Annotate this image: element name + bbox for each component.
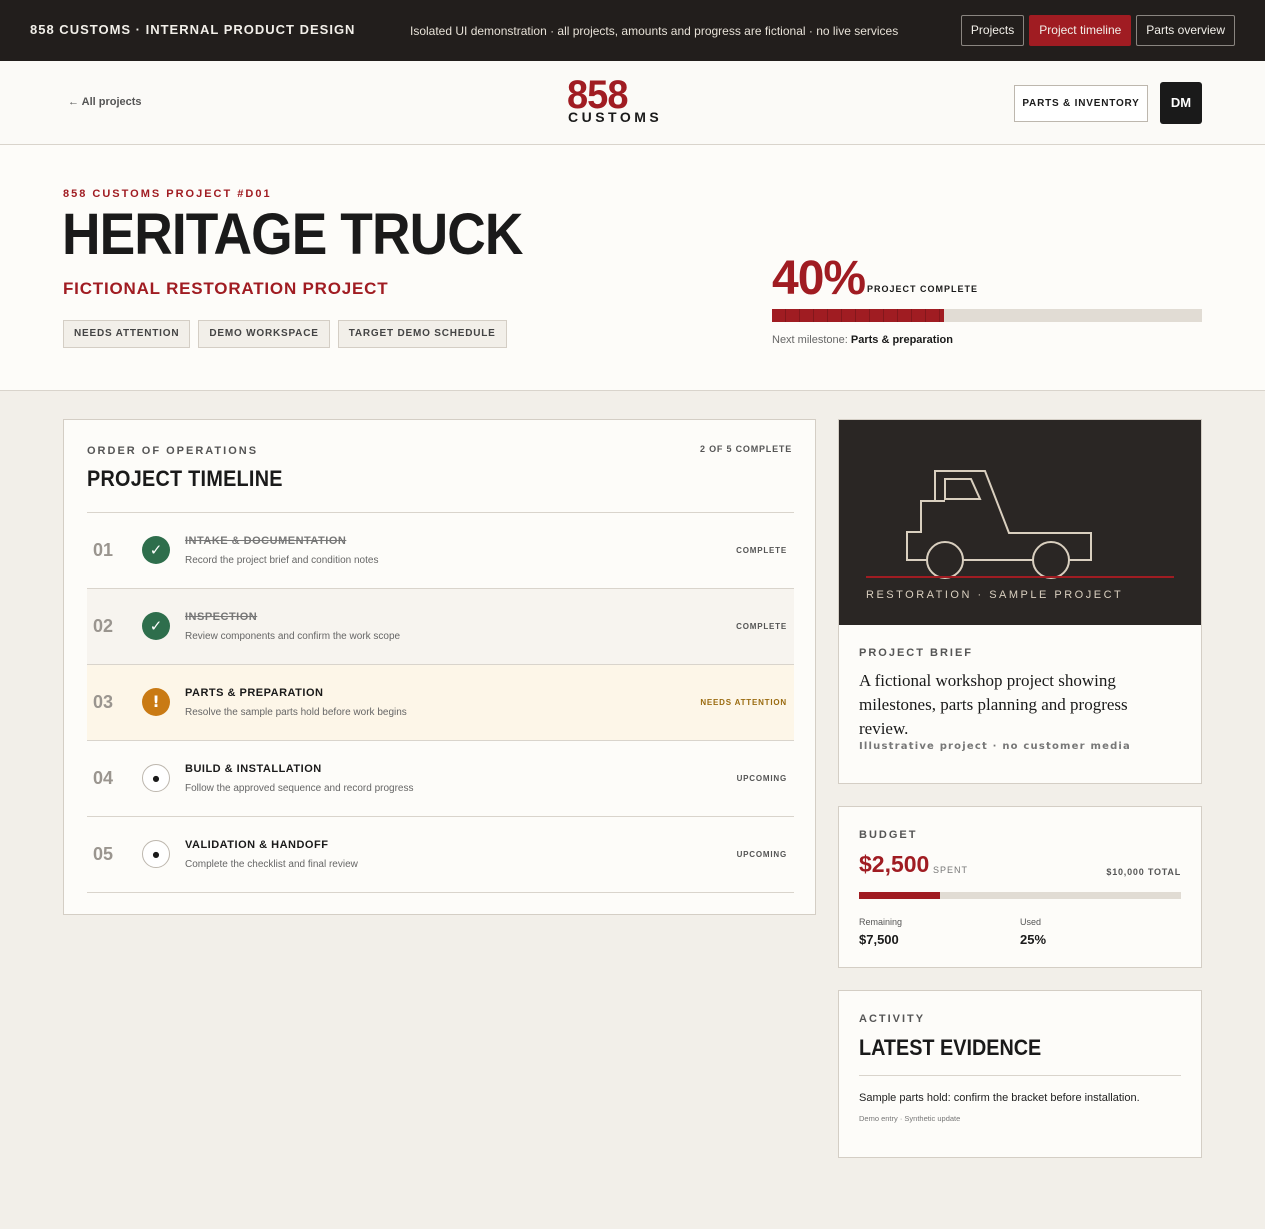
step-status: NEEDS ATTENTION: [700, 698, 787, 707]
next-milestone-value: Parts & preparation: [850, 334, 953, 346]
step-title: PARTS & PREPARATION: [185, 687, 324, 699]
step-description: Review components and confirm the work s…: [185, 631, 401, 642]
step-title: INSPECTION: [185, 611, 258, 623]
used-label: Used: [1020, 917, 1042, 927]
project-subtitle: FICTIONAL RESTORATION PROJECT: [63, 279, 389, 298]
budget-spent: $2,500: [859, 851, 930, 877]
project-id: 858 CUSTOMS PROJECT #D01: [63, 188, 272, 200]
warning-icon: !: [142, 688, 170, 716]
progress-percent: 40%: [772, 252, 866, 305]
project-brief-card: RESTORATION · SAMPLE PROJECT PROJECT BRI…: [838, 419, 1202, 784]
step-description: Record the project brief and condition n…: [185, 555, 379, 566]
project-hero: 858 CUSTOMS PROJECT #D01 HERITAGE TRUCK …: [0, 145, 1265, 391]
activity-meta: Demo entry · Synthetic update: [859, 1114, 961, 1123]
next-milestone: Next milestone: Parts & preparation: [772, 334, 953, 346]
step-number: 01: [93, 540, 114, 560]
remaining-value: $7,500: [859, 932, 899, 947]
activity-kicker: ACTIVITY: [859, 1013, 926, 1025]
budget-card: BUDGET $2,500 SPENT $10,000 TOTAL Remain…: [838, 806, 1202, 968]
back-to-projects-link[interactable]: ← All projects: [68, 96, 142, 108]
step-title: INTAKE & DOCUMENTATION: [185, 535, 347, 547]
timeline-step[interactable]: 05 ● VALIDATION & HANDOFF Complete the c…: [87, 817, 794, 893]
timeline-count: 2 OF 5 COMPLETE: [699, 444, 792, 454]
divider: [859, 1075, 1181, 1076]
logo-word: CUSTOMS: [568, 109, 663, 125]
truck-illustration: RESTORATION · SAMPLE PROJECT: [839, 420, 1201, 625]
timeline-step[interactable]: 01 ✓ INTAKE & DOCUMENTATION Record the p…: [87, 513, 794, 589]
check-icon: ✓: [142, 536, 170, 564]
budget-bar-fill: [859, 892, 940, 899]
step-number: 02: [93, 616, 114, 636]
progress-label: PROJECT COMPLETE: [867, 284, 979, 294]
timeline-step[interactable]: 04 ● BUILD & INSTALLATION Follow the app…: [87, 741, 794, 817]
page-title: HERITAGE TRUCK: [62, 202, 523, 267]
brief-text: A fictional workshop project showing mil…: [859, 671, 1128, 738]
project-tags: NEEDS ATTENTION DEMO WORKSPACE TARGET DE…: [63, 320, 507, 348]
progress-bar: [772, 309, 1202, 322]
step-title: VALIDATION & HANDOFF: [185, 839, 329, 851]
budget-spent-label: SPENT: [933, 865, 969, 875]
step-status: UPCOMING: [736, 850, 787, 859]
step-status: UPCOMING: [736, 774, 787, 783]
step-number: 03: [93, 692, 114, 712]
activity-card: ACTIVITY LATEST EVIDENCE Sample parts ho…: [838, 990, 1202, 1158]
budget-total: $10,000 TOTAL: [1106, 867, 1181, 877]
step-title: BUILD & INSTALLATION: [185, 763, 322, 775]
step-description: Follow the approved sequence and record …: [185, 783, 414, 794]
logo[interactable]: 858 CUSTOMS: [567, 75, 659, 127]
check-icon: ✓: [142, 612, 170, 640]
step-description: Complete the checklist and final review: [185, 859, 358, 870]
timeline-heading: PROJECT TIMELINE: [87, 466, 283, 491]
nav-projects[interactable]: Projects: [960, 15, 1025, 46]
next-milestone-label: Next milestone:: [772, 334, 848, 346]
budget-bar: [859, 892, 1181, 899]
timeline-card: ORDER OF OPERATIONS PROJECT TIMELINE 2 O…: [63, 419, 816, 915]
dot-icon: ●: [142, 764, 170, 792]
dot-icon: ●: [142, 840, 170, 868]
page-header: ← All projects 858 CUSTOMS PARTS & INVEN…: [0, 61, 1265, 145]
used-value: 25%: [1020, 932, 1047, 947]
step-status: COMPLETE: [736, 622, 787, 631]
parts-inventory-button[interactable]: PARTS & INVENTORY: [1014, 85, 1148, 122]
budget-kicker: BUDGET: [859, 829, 918, 841]
step-number: 05: [93, 844, 114, 864]
step-status: COMPLETE: [736, 546, 787, 555]
timeline-kicker: ORDER OF OPERATIONS: [87, 445, 259, 457]
step-description: Resolve the sample parts hold before wor…: [185, 707, 407, 718]
timeline-steps: 01 ✓ INTAKE & DOCUMENTATION Record the p…: [87, 512, 794, 893]
remaining-label: Remaining: [859, 917, 903, 927]
demo-notice: Isolated UI demonstration · all projects…: [410, 24, 899, 38]
brand-label: 858 CUSTOMS · INTERNAL PRODUCT DESIGN: [30, 22, 356, 37]
activity-entry: Sample parts hold: confirm the bracket b…: [859, 1092, 1140, 1104]
brief-kicker: PROJECT BRIEF: [859, 647, 974, 659]
tag-target-schedule: TARGET DEMO SCHEDULE: [337, 320, 507, 348]
avatar[interactable]: DM: [1160, 82, 1202, 124]
top-nav: Projects Project timeline Parts overview: [960, 15, 1235, 46]
timeline-step[interactable]: 03 ! PARTS & PREPARATION Resolve the sam…: [87, 665, 794, 741]
step-number: 04: [93, 768, 114, 788]
tag-demo-workspace: DEMO WORKSPACE: [198, 320, 330, 348]
illustration-caption: RESTORATION · SAMPLE PROJECT: [866, 589, 1124, 601]
timeline-step[interactable]: 02 ✓ INSPECTION Review components and co…: [87, 589, 794, 665]
top-bar: 858 CUSTOMS · INTERNAL PRODUCT DESIGN Is…: [0, 0, 1265, 61]
brief-fineprint: Illustrative project · no customer media: [859, 741, 1132, 752]
progress-bar-fill: [772, 309, 944, 322]
nav-parts-overview[interactable]: Parts overview: [1136, 15, 1235, 46]
activity-heading: LATEST EVIDENCE: [859, 1035, 1042, 1060]
nav-project-timeline[interactable]: Project timeline: [1029, 15, 1132, 46]
tag-needs-attention: NEEDS ATTENTION: [63, 320, 191, 348]
